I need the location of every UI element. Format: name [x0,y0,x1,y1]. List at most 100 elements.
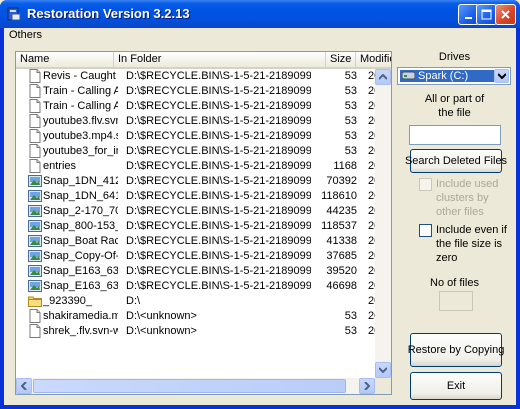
file-folder: D:\$RECYCLE.BIN\S-1-5-21-21890995... [126,280,311,292]
file-name: Snap_Boat Rac... [43,235,118,247]
file-size: 118610 [321,190,357,202]
drive-dropdown-button[interactable] [494,69,509,83]
table-row[interactable]: Snap_1DN_412... D:\$RECYCLE.BIN\S-1-5-21-… [16,174,388,189]
include-used-clusters-checkbox[interactable] [419,178,432,191]
file-name: Snap_2-170_70... [43,205,118,217]
include-used-clusters-label: Include used clusters by other files [436,177,498,219]
client-area: Others Name In Folder Size Modified Revi… [4,28,516,405]
image-icon [28,264,42,278]
file-folder: D:\$RECYCLE.BIN\S-1-5-21-21890995... [126,265,311,277]
file-name: youtube3.mp4.s... [43,130,118,142]
horizontal-scrollbar[interactable] [16,378,375,394]
table-row[interactable]: Snap_1DN_641... D:\$RECYCLE.BIN\S-1-5-21-… [16,189,388,204]
include-used-line3: other files [436,206,484,218]
chevron-down-icon [497,73,506,79]
file-folder: D:\$RECYCLE.BIN\S-1-5-21-21890995... [126,130,311,142]
drive-icon [402,71,415,80]
table-row[interactable]: Snap_Boat Rac... D:\$RECYCLE.BIN\S-1-5-21… [16,234,388,249]
file-name: Snap_1DN_412... [43,175,118,187]
table-row[interactable]: Snap_Copy-Of-1... D:\$RECYCLE.BIN\S-1-5-2… [16,249,388,264]
table-row[interactable]: Train - Calling All... D:\$RECYCLE.BIN\S-… [16,84,388,99]
file-folder: D:\$RECYCLE.BIN\S-1-5-21-21890995... [126,145,311,157]
file-name: Train - Calling All... [43,100,118,112]
menu-others[interactable]: Others [7,29,44,41]
col-modified[interactable]: Modified [356,52,391,67]
table-row[interactable]: shrek_.flv.svn-w...D:\<unknown>532007 [16,324,388,339]
include-zero-line2: the file size is [436,238,503,250]
maximize-icon [481,9,492,20]
col-folder[interactable]: In Folder [114,52,326,67]
file-name: Revis - Caught i... [43,70,118,82]
table-row[interactable]: Revis - Caught i... D:\$RECYCLE.BIN\S-1-5… [16,69,388,84]
file-folder: D:\$RECYCLE.BIN\S-1-5-21-21890995... [126,250,311,262]
file-name: Snap_800-153_... [43,220,118,232]
file-name: shakiramedia.mp... [43,310,118,322]
file-size: 118537 [321,220,357,232]
arrow-down-icon [379,367,387,373]
table-row[interactable]: shakiramedia.mp...D:\<unknown>532007 [16,309,388,324]
file-name: Snap_E163_63... [43,265,118,277]
include-used-line1: Include used [436,178,499,190]
table-row[interactable]: Snap_E163_63... D:\$RECYCLE.BIN\S-1-5-21-… [16,279,388,294]
table-row[interactable]: Snap_2-170_70... D:\$RECYCLE.BIN\S-1-5-21… [16,204,388,219]
drive-select-text: Spark (C:) [418,70,469,82]
arrow-up-icon [379,74,387,80]
image-icon [28,279,42,293]
arrow-left-icon [21,382,27,390]
image-icon [28,204,42,218]
window-title: Restoration Version 3.2.13 [27,6,190,21]
app-icon [7,7,21,21]
file-size: 53 [344,310,357,322]
menu-bar: Others [4,28,516,44]
file-name: Snap_E163_63... [43,280,118,292]
drives-label: Drives [438,51,471,63]
scroll-right-button[interactable] [359,378,375,394]
table-row[interactable]: Snap_800-153_... D:\$RECYCLE.BIN\S-1-5-21… [16,219,388,234]
maximize-button[interactable] [476,4,497,25]
drive-select[interactable]: Spark (C:) [397,67,511,85]
search-input[interactable] [409,125,501,145]
file-size: 39520 [326,265,357,277]
image-icon [28,174,42,188]
include-zero-size-checkbox[interactable] [419,224,432,237]
scroll-left-button[interactable] [16,378,32,394]
file-name: shrek_.flv.svn-w... [43,325,118,337]
restore-by-copying-button[interactable]: Restore by Copying [408,333,504,367]
file-size: 44235 [326,205,357,217]
scroll-down-button[interactable] [375,362,391,378]
file-size: 46698 [326,280,357,292]
file-folder: D:\$RECYCLE.BIN\S-1-5-21-21890995... [126,205,311,217]
table-row[interactable]: youtube3_for_inj... D:\$RECYCLE.BIN\S-1-5… [16,144,388,159]
doc-icon [28,324,42,338]
table-row[interactable]: youtube3.mp4.s... D:\$RECYCLE.BIN\S-1-5-2… [16,129,388,144]
col-name[interactable]: Name [16,52,114,67]
file-folder: D:\$RECYCLE.BIN\S-1-5-21-21890995... [126,100,311,112]
include-zero-line1: Include even if [436,224,507,236]
vertical-scrollbar[interactable] [375,69,391,379]
close-button[interactable] [495,4,516,25]
doc-icon [28,114,42,128]
scroll-up-button[interactable] [375,69,391,85]
title-bar[interactable]: Restoration Version 3.2.13 [0,0,520,28]
search-deleted-files-button[interactable]: Search Deleted Files [405,149,507,173]
no-of-files-label: No of files [430,277,479,289]
col-size[interactable]: Size [326,52,356,67]
doc-icon [28,99,42,113]
file-name: _923390_ [43,295,92,307]
table-row[interactable]: _923390_D:\2007 [16,294,388,309]
file-name: Train - Calling All... [43,85,118,97]
file-size: 53 [344,145,357,157]
doc-icon [28,159,42,173]
image-icon [28,189,42,203]
table-row[interactable]: entries D:\$RECYCLE.BIN\S-1-5-21-21890995… [16,159,388,174]
exit-button[interactable]: Exit [410,372,502,400]
file-size: 53 [344,70,357,82]
no-of-files-field [439,291,473,311]
table-row[interactable]: Snap_E163_63... D:\$RECYCLE.BIN\S-1-5-21-… [16,264,388,279]
horizontal-scroll-thumb[interactable] [33,379,346,393]
file-folder: D:\$RECYCLE.BIN\S-1-5-21-21890995... [126,70,311,82]
file-size: 53 [344,115,357,127]
table-row[interactable]: youtube3.flv.svn... D:\$RECYCLE.BIN\S-1-5… [16,114,388,129]
file-list[interactable]: Name In Folder Size Modified Revis - Cau… [15,51,392,395]
table-row[interactable]: Train - Calling All... D:\$RECYCLE.BIN\S-… [16,99,388,114]
